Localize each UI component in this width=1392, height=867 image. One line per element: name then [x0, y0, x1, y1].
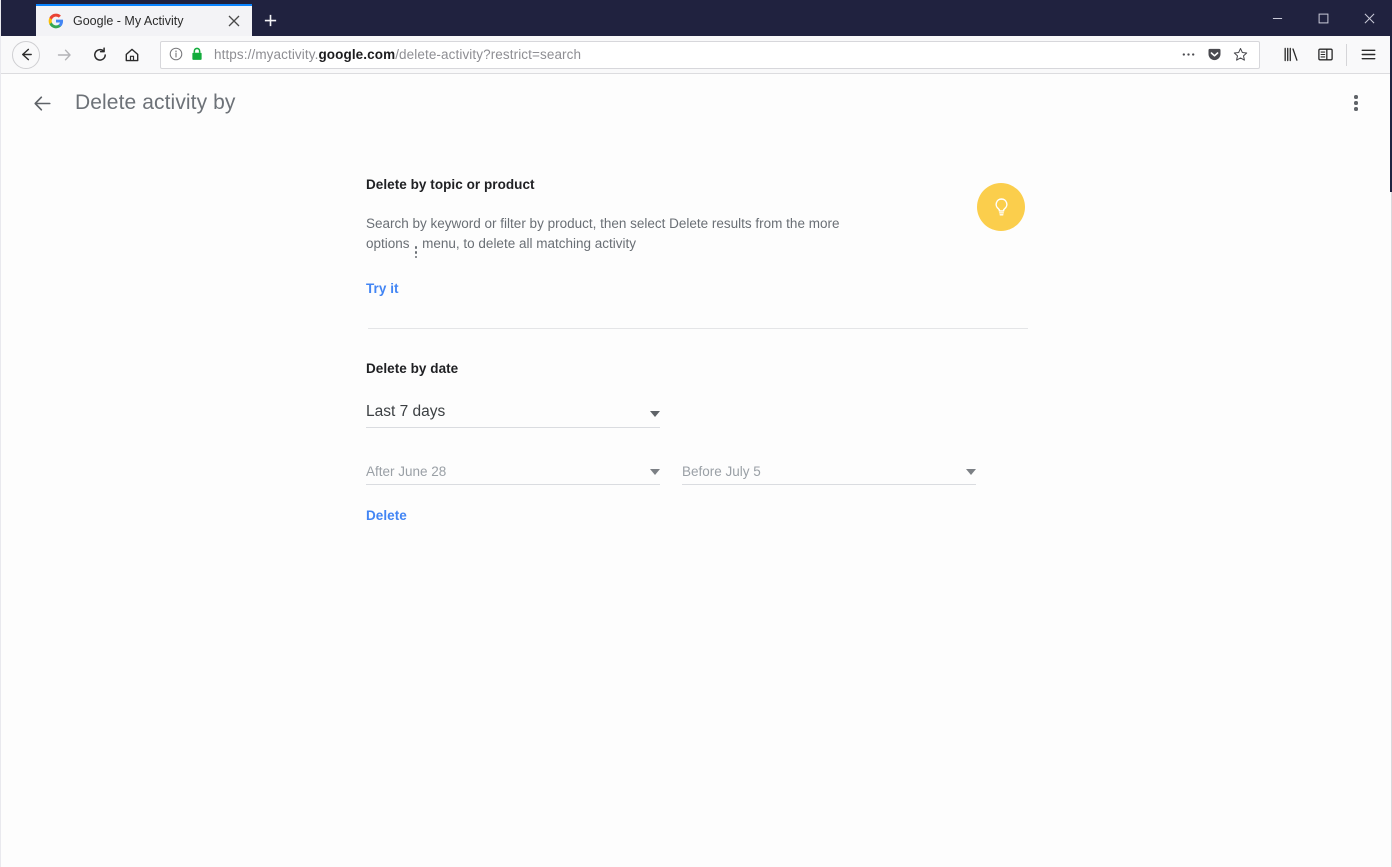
- delete-link[interactable]: Delete: [366, 508, 407, 523]
- delete-by-topic-section: Delete by topic or product Search by key…: [366, 177, 1026, 298]
- library-icon[interactable]: [1274, 39, 1308, 71]
- more-options-icon[interactable]: [1338, 85, 1374, 121]
- pocket-icon[interactable]: [1201, 42, 1227, 68]
- site-information-icon[interactable]: [169, 47, 185, 63]
- minimize-icon[interactable]: [1254, 0, 1300, 36]
- hamburger-menu-icon[interactable]: [1351, 39, 1385, 71]
- page-title: Delete activity by: [75, 91, 236, 114]
- description-text-part2: menu, to delete all matching activity: [422, 236, 636, 251]
- sidebar-icon[interactable]: [1308, 39, 1342, 71]
- chevron-down-icon: [650, 411, 660, 418]
- delete-by-date-section: Delete by date Last 7 days After June 28…: [366, 329, 1026, 525]
- browser-window: Google - My Activity https://myactivity.…: [0, 0, 1392, 867]
- section-title-date: Delete by date: [366, 361, 459, 377]
- date-range-select[interactable]: Last 7 days: [366, 394, 660, 429]
- page-header: Delete activity by: [0, 74, 1392, 140]
- after-date-value: After June 28: [366, 464, 447, 480]
- after-date-select[interactable]: After June 28: [366, 451, 660, 486]
- vertical-dots-glyph: [1354, 94, 1358, 112]
- page-actions-icon[interactable]: [1175, 42, 1201, 68]
- new-tab-button[interactable]: [252, 4, 288, 36]
- reload-icon[interactable]: [84, 39, 116, 71]
- browser-titlebar: Google - My Activity: [0, 0, 1392, 36]
- home-icon[interactable]: [116, 39, 148, 71]
- page-content: Delete activity by Delete by topic or pr…: [0, 74, 1392, 867]
- toolbar-right-actions: [1268, 39, 1385, 71]
- tab-title: Google - My Activity: [73, 14, 184, 28]
- chevron-down-icon: [650, 469, 660, 476]
- settings-content: Delete by topic or product Search by key…: [366, 132, 1028, 525]
- date-bounds-row: After June 28 Before July 5: [366, 451, 1026, 486]
- inline-more-options-icon: [414, 245, 418, 259]
- toolbar-separator: [1346, 43, 1347, 66]
- bookmark-star-icon[interactable]: [1227, 42, 1253, 68]
- tab-strip: Google - My Activity: [0, 0, 288, 36]
- browser-tab-active[interactable]: Google - My Activity: [36, 4, 252, 36]
- window-controls: [1254, 0, 1392, 36]
- before-date-select[interactable]: Before July 5: [682, 451, 976, 486]
- url-text[interactable]: https://myactivity.google.com/delete-act…: [214, 47, 1175, 62]
- close-icon[interactable]: [224, 11, 244, 31]
- try-it-link[interactable]: Try it: [366, 281, 399, 296]
- before-date-value: Before July 5: [682, 464, 761, 480]
- google-g-favicon: [48, 13, 64, 29]
- address-bar[interactable]: https://myactivity.google.com/delete-act…: [160, 40, 1260, 69]
- address-bar-actions: [1175, 42, 1253, 68]
- lock-icon: [191, 47, 205, 63]
- section-title-topic: Delete by topic or product: [366, 177, 535, 192]
- date-range-row: Last 7 days: [366, 394, 1026, 429]
- navigation-toolbar: https://myactivity.google.com/delete-act…: [0, 36, 1392, 74]
- close-window-icon[interactable]: [1346, 0, 1392, 36]
- page-back-icon[interactable]: [22, 83, 62, 123]
- date-range-value: Last 7 days: [366, 403, 446, 421]
- forward-icon: [48, 39, 80, 71]
- section-description-topic: Search by keyword or filter by product, …: [366, 214, 866, 259]
- maximize-icon[interactable]: [1300, 0, 1346, 36]
- back-icon[interactable]: [12, 40, 40, 69]
- chevron-down-icon: [966, 469, 976, 476]
- lightbulb-icon: [977, 183, 1025, 231]
- left-edge-artifact: [0, 0, 1, 867]
